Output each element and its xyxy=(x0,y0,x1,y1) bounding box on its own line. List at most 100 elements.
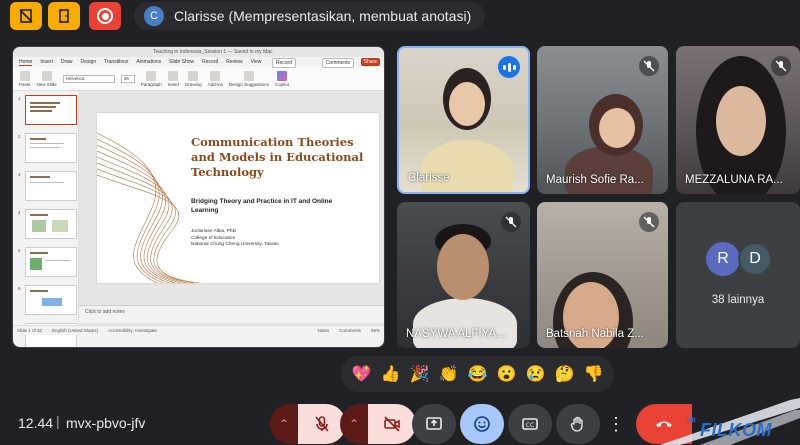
video-options-button[interactable]: ⌃ xyxy=(340,404,368,444)
ribbon-new-slide-label: New Slide xyxy=(36,81,57,87)
reactions-button[interactable] xyxy=(460,404,504,444)
ppt-tab-transitions[interactable]: Transitions xyxy=(104,59,128,65)
reaction-thumbs-up[interactable]: 👍 xyxy=(378,361,404,387)
slide-thumb[interactable]: 3 xyxy=(18,171,77,201)
emoji-icon xyxy=(474,416,490,432)
thumb-number: 6 xyxy=(18,286,21,291)
ppt-tab-insert[interactable]: Insert xyxy=(40,59,53,65)
slide-title: Communication Theories and Models in Edu… xyxy=(191,135,364,179)
current-slide[interactable]: Communication Theories and Models in Edu… xyxy=(97,113,379,283)
present-screen-button[interactable] xyxy=(412,404,456,444)
muted-mic-icon xyxy=(771,56,791,76)
ppt-tab-view[interactable]: View xyxy=(251,59,262,65)
reaction-party[interactable]: 🎉 xyxy=(407,361,433,387)
face xyxy=(716,86,766,156)
reaction-laugh[interactable]: 😂 xyxy=(465,361,491,387)
record-icon xyxy=(97,8,113,24)
speaking-indicator-icon xyxy=(498,56,520,78)
reaction-thinking[interactable]: 🤔 xyxy=(552,361,578,387)
mic-toggle-button[interactable] xyxy=(298,404,346,444)
camera-toggle-button[interactable] xyxy=(368,404,416,444)
status-language: English (United States) xyxy=(52,328,99,333)
muted-mic-icon xyxy=(501,212,521,232)
more-options-button[interactable]: ⋮ xyxy=(606,404,626,444)
strike-document-icon xyxy=(19,9,33,23)
others-tile[interactable]: R D 38 lainnya xyxy=(676,202,800,348)
reaction-thumbs-down[interactable]: 👎 xyxy=(581,361,607,387)
mic-off-icon xyxy=(315,416,329,432)
participant-name: NASYWA ALFIYA... xyxy=(406,328,506,340)
reaction-heart[interactable]: 💖 xyxy=(349,361,375,387)
slide-thumb[interactable]: 2 xyxy=(18,133,77,163)
presenter-chip[interactable]: C Clarisse (Mempresentasikan, membuat an… xyxy=(134,2,486,30)
present-icon xyxy=(426,417,442,430)
ribbon-addins[interactable]: Add-ins xyxy=(208,70,223,87)
ribbon-insert-label: Insert xyxy=(167,81,180,87)
participant-name: Clarisse xyxy=(408,172,450,184)
ppt-tab-design[interactable]: Design xyxy=(81,59,97,65)
exit-annotation-button[interactable] xyxy=(48,2,80,30)
notes-field[interactable]: Click to add notes xyxy=(79,305,384,323)
filkom-logo: FILKOM xyxy=(700,420,772,440)
face xyxy=(449,82,485,126)
participant-tile-batsnah[interactable]: Batsnah Nabila Z... xyxy=(537,202,668,348)
slide-thumb[interactable]: 6 xyxy=(18,285,77,315)
participant-video xyxy=(413,298,517,348)
participant-tile-maurish[interactable]: Maurish Sofie Ra... xyxy=(537,46,668,194)
participant-tile-mezzaluna[interactable]: MEZZALUNA RA... xyxy=(676,46,800,194)
ribbon-design-label: Design Suggestions xyxy=(228,81,269,87)
thumb-number: 4 xyxy=(18,210,21,215)
slide-thumb[interactable]: 1 xyxy=(18,95,77,125)
paragraph-icon xyxy=(146,70,157,81)
status-notes-button[interactable]: Notes xyxy=(317,328,329,333)
ppt-share-button[interactable]: Share xyxy=(360,58,380,66)
muted-mic-icon xyxy=(639,212,659,232)
thumb-number: 2 xyxy=(18,134,21,139)
participant-tile-nasywa[interactable]: NASYWA ALFIYA... xyxy=(397,202,530,348)
participant-tile-clarisse[interactable]: Clarisse xyxy=(397,46,530,194)
ppt-tab-slideshow[interactable]: Slide Show xyxy=(169,59,194,65)
muted-mic-icon xyxy=(639,56,659,76)
slide-thumb[interactable]: 4 xyxy=(18,209,77,239)
recording-button[interactable] xyxy=(89,2,121,30)
captions-button[interactable]: CC xyxy=(508,404,552,444)
font-size-field[interactable]: 36 xyxy=(120,74,135,83)
ribbon-new-slide[interactable]: New Slide xyxy=(36,70,57,87)
ppt-tab-draw[interactable]: Draw xyxy=(61,59,73,65)
ppt-tab-record[interactable]: Record xyxy=(202,59,218,65)
annotation-tool-button[interactable] xyxy=(10,2,42,30)
participant-video xyxy=(421,140,513,192)
status-accessibility[interactable]: Accessibility: Investigate xyxy=(108,328,157,333)
ribbon-copilot[interactable]: Copilot xyxy=(275,70,289,87)
paste-icon xyxy=(19,70,30,81)
captions-icon: CC xyxy=(522,418,538,430)
ribbon-design-suggestions[interactable]: Design Suggestions xyxy=(228,70,269,87)
raise-hand-button[interactable] xyxy=(556,404,600,444)
status-comments-button[interactable]: Comments xyxy=(339,328,361,333)
svg-text:CC: CC xyxy=(526,422,534,429)
reaction-surprised[interactable]: 😮 xyxy=(494,361,520,387)
ppt-tab-home[interactable]: Home xyxy=(19,59,33,66)
slide-thumb[interactable]: 5 xyxy=(18,247,77,277)
ppt-record-button[interactable]: Record xyxy=(271,58,296,68)
ribbon-insert[interactable]: Insert xyxy=(167,70,180,87)
font-name-field[interactable]: Helvetica xyxy=(62,74,115,83)
audio-options-button[interactable]: ⌃ xyxy=(270,404,298,444)
ribbon-drawing[interactable]: Drawing xyxy=(185,70,202,87)
status-zoom[interactable]: 95% xyxy=(371,328,380,333)
ppt-comments-button[interactable]: Comments xyxy=(321,58,354,68)
meet-window: C Clarisse (Mempresentasikan, membuat an… xyxy=(0,0,800,445)
ribbon-paragraph[interactable]: Paragraph xyxy=(141,70,162,87)
ppt-tab-animations[interactable]: Animations xyxy=(136,59,161,65)
more-vert-icon: ⋮ xyxy=(607,413,625,434)
slide-canvas: Communication Theories and Models in Edu… xyxy=(79,91,384,335)
hand-icon xyxy=(570,416,583,432)
slide-author-block: Joclarisse Albia, PhD College of Educati… xyxy=(191,229,341,249)
reaction-clap[interactable]: 👏 xyxy=(436,361,462,387)
meeting-code: mvx-pbvo-jfv xyxy=(66,415,146,431)
ribbon-paste[interactable]: Paste xyxy=(19,70,31,87)
ppt-tab-review[interactable]: Review xyxy=(226,59,242,65)
top-bar: C Clarisse (Mempresentasikan, membuat an… xyxy=(0,0,800,36)
reaction-sad[interactable]: 😢 xyxy=(523,361,549,387)
new-slide-icon xyxy=(41,70,52,81)
